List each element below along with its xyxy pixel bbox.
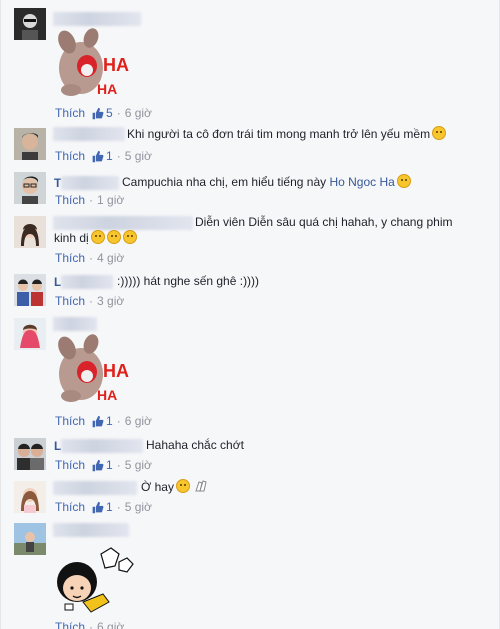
comment-meta: Thích 1 · 5 giờ <box>55 458 152 472</box>
commenter-avatar[interactable] <box>14 216 46 248</box>
thumbs-up-icon <box>92 150 104 162</box>
haha-dog-sticker: HA HA <box>58 334 129 403</box>
comment-body-line2: kinh dị <box>54 231 89 245</box>
commenter-avatar[interactable] <box>14 172 46 204</box>
comment-text: Hahaha chắc chớt <box>146 437 486 454</box>
tongue-emoji-icon <box>175 479 190 493</box>
comment-time[interactable]: 6 giờ <box>97 620 124 629</box>
thumbs-up-icon <box>92 107 104 119</box>
comment-body: Khi người ta cô đơn trái tim mong manh t… <box>127 127 431 141</box>
comment-body: Campuchia nha chị, em hiểu tiếng này <box>122 175 327 189</box>
comment-text: Diễn viên Diễn sâu quá chị hahah, y chan… <box>195 214 491 231</box>
like-link[interactable]: Thích <box>55 500 85 514</box>
like-count-value: 1 <box>106 500 113 514</box>
comment-time[interactable]: 5 giờ <box>125 149 152 163</box>
comment-body: Diễn viên Diễn sâu quá chị hahah, y chan… <box>195 215 453 229</box>
like-count[interactable]: 5 <box>85 106 113 120</box>
thumbs-up-icon <box>92 415 104 427</box>
commenter-avatar[interactable] <box>14 318 46 350</box>
commenter-name-blurred[interactable] <box>61 439 143 453</box>
comment-text-continued: kinh dị <box>54 230 254 247</box>
like-link[interactable]: Thích <box>55 251 85 265</box>
comment-text: Campuchia nha chị, em hiểu tiếng này Ho … <box>122 174 492 191</box>
like-link[interactable]: Thích <box>55 294 85 308</box>
like-link[interactable]: Thích <box>55 414 85 428</box>
mention-tag[interactable]: Ho Ngoc Ha <box>329 175 394 189</box>
commenter-avatar[interactable] <box>14 481 46 513</box>
like-link[interactable]: Thích <box>55 620 85 629</box>
girl-sticker <box>57 547 134 613</box>
comment-time[interactable]: 6 giờ <box>125 414 152 428</box>
commenter-avatar[interactable] <box>14 274 46 306</box>
commenter-avatar[interactable] <box>14 523 46 555</box>
sticker-text-2: HA <box>97 81 117 97</box>
commenter-name-blurred[interactable] <box>53 216 193 230</box>
smiley-emoji-icon <box>396 174 411 188</box>
sticker-text-1: HA <box>103 55 129 75</box>
comment-time[interactable]: 5 giờ <box>125 500 152 514</box>
like-count-value: 1 <box>106 458 113 472</box>
grin-emoji-icon <box>122 230 137 244</box>
comment-text: Khi người ta cô đơn trái tim mong manh t… <box>127 126 491 143</box>
commenter-avatar[interactable] <box>14 438 46 470</box>
comment-text: Ờ hay <box>141 479 341 496</box>
commenter-avatar[interactable] <box>14 128 46 160</box>
comment-time[interactable]: 6 giờ <box>125 106 152 120</box>
grin-emoji-icon <box>106 230 121 244</box>
comment-body: Ờ hay <box>141 480 174 494</box>
like-link[interactable]: Thích <box>55 193 85 207</box>
comment-text: :))))) hát nghe sến ghê :)))) <box>117 273 487 290</box>
comment-meta: Thích 5 · 6 giờ <box>55 106 152 120</box>
like-link[interactable]: Thích <box>55 106 85 120</box>
commenter-avatar[interactable] <box>14 8 46 40</box>
comment-meta: Thích · 3 giờ <box>55 294 125 308</box>
thumbs-up-icon <box>92 459 104 471</box>
clapping-hands-icon <box>195 480 207 492</box>
sticker-text-2: HA <box>97 387 117 403</box>
comment-time[interactable]: 5 giờ <box>125 458 152 472</box>
comment-body: :))))) hát nghe sến ghê :)))) <box>117 274 260 288</box>
commenter-name-blurred[interactable] <box>53 317 97 331</box>
comment-time[interactable]: 3 giờ <box>97 294 124 308</box>
like-link[interactable]: Thích <box>55 149 85 163</box>
comment-meta: Thích · 4 giờ <box>55 251 125 265</box>
like-count-value: 1 <box>106 414 113 428</box>
like-count[interactable]: 1 <box>85 500 113 514</box>
thumbs-up-icon <box>92 501 104 513</box>
comment-time[interactable]: 1 giờ <box>97 193 124 207</box>
grin-emoji-icon <box>90 230 105 244</box>
comment-meta: Thích 1 · 6 giờ <box>55 414 152 428</box>
commenter-name-blurred[interactable] <box>53 127 125 141</box>
commenter-name-blurred[interactable] <box>61 176 119 190</box>
comment-meta: Thích 1 · 5 giờ <box>55 149 152 163</box>
like-count[interactable]: 1 <box>85 414 113 428</box>
smiley-emoji-icon <box>432 126 447 140</box>
commenter-name-blurred[interactable] <box>53 481 137 495</box>
commenter-name-blurred[interactable] <box>53 12 141 26</box>
comment-time[interactable]: 4 giờ <box>97 251 124 265</box>
comment-meta: Thích · 1 giờ <box>55 193 125 207</box>
comment-thread: HA HA Thích 5 · 6 giờ Khi người ta cô đơ… <box>0 0 500 629</box>
like-count[interactable]: 1 <box>85 458 113 472</box>
comment-body: Hahaha chắc chớt <box>146 438 244 452</box>
like-count-value: 5 <box>106 106 113 120</box>
sticker-text-1: HA <box>103 361 129 381</box>
haha-dog-sticker: HA HA <box>58 28 129 97</box>
like-count-value: 1 <box>106 149 113 163</box>
comment-meta: Thích 1 · 5 giờ <box>55 500 152 514</box>
like-link[interactable]: Thích <box>55 458 85 472</box>
commenter-name-blurred[interactable] <box>61 275 113 289</box>
like-count[interactable]: 1 <box>85 149 113 163</box>
commenter-name-blurred[interactable] <box>53 523 129 537</box>
comment-meta: Thích · 6 giờ <box>55 620 124 629</box>
